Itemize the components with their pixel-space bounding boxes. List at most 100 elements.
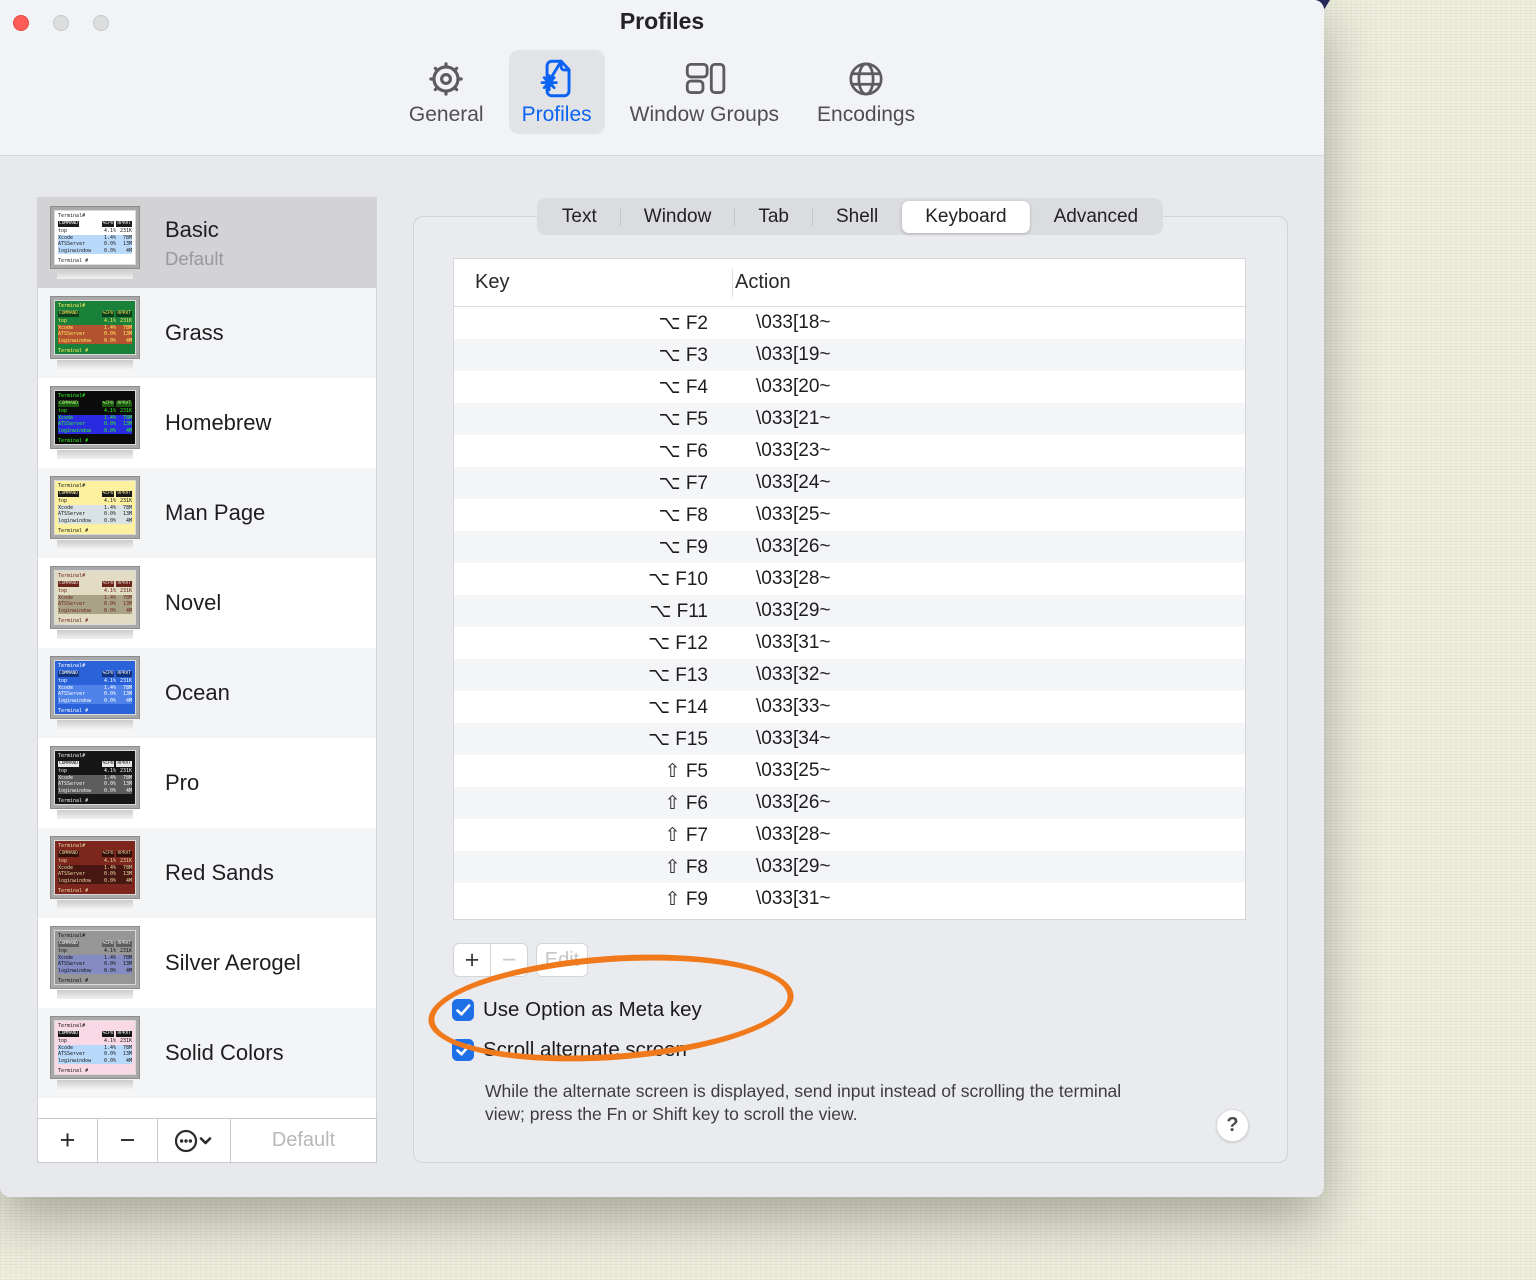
tab-window[interactable]: Window [621, 201, 735, 233]
action-cell: \033[34~ [756, 728, 831, 749]
thumb-cell: 4M [125, 1057, 132, 1064]
thumb-cell: 4M [125, 697, 132, 704]
table-row[interactable]: ⌥ F7 \033[24~ [454, 467, 1245, 499]
thumbnail-reflection [57, 720, 133, 729]
profile-thumbnail: Terminal# COMMAND %CPU RPRVT top 4.1% 231K Xcod… [51, 927, 151, 999]
table-row[interactable]: ⇧ F9 \033[31~ [454, 883, 1245, 915]
table-row[interactable]: ⌥ F4 \033[20~ [454, 371, 1245, 403]
table-row[interactable]: ⇧ F6 \033[26~ [454, 787, 1245, 819]
add-profile-button[interactable]: + [38, 1119, 98, 1162]
profile-list-item[interactable]: Terminal# COMMAND %CPU RPRVT top 4.1% 231K Xcod… [38, 1008, 376, 1098]
profile-list-item[interactable]: Terminal# COMMAND %CPU RPRVT top 4.1% 231K Xcod… [38, 378, 376, 468]
thumb-title-line: Terminal# [58, 663, 86, 669]
profile-list-item[interactable]: Terminal# COMMAND %CPU RPRVT top 4.1% 231K Xcod… [38, 738, 376, 828]
minus-icon: − [119, 1125, 136, 1155]
profile-list-item[interactable]: Terminal# COMMAND %CPU RPRVT top 4.1% 231K Xcod… [38, 918, 376, 1008]
table-row[interactable]: ⌥ F14 \033[33~ [454, 691, 1245, 723]
profile-list-item[interactable]: Terminal# COMMAND %CPU RPRVT top 4.1% 231K Xcod… [38, 198, 376, 288]
table-row[interactable]: ⇧ F8 \033[29~ [454, 851, 1245, 883]
key-cell: ⌥ F6 [658, 440, 708, 462]
thumb-cell: loginwindow [58, 427, 92, 434]
use-option-as-meta-key-checkbox[interactable] [452, 999, 474, 1021]
thumb-cell: loginwindow [58, 787, 92, 794]
key-cell: ⌥ F7 [658, 472, 708, 494]
tab-keyboard[interactable]: Keyboard [902, 200, 1030, 233]
edit-key-button[interactable]: Edit [536, 943, 588, 977]
column-header-action: Action [735, 271, 791, 293]
thumb-header-chips: COMMAND %CPU RPRVT [58, 581, 132, 587]
thumb-cell: 0.0% [103, 517, 116, 524]
table-row[interactable]: ⌥ F6 \033[23~ [454, 435, 1245, 467]
table-row[interactable]: ⌥ F11 \033[29~ [454, 595, 1245, 627]
set-default-button[interactable]: Default [231, 1119, 376, 1162]
profile-name: Homebrew [165, 410, 272, 435]
thumbnail-reflection [57, 810, 133, 819]
profile-list-item[interactable]: Terminal# COMMAND %CPU RPRVT top 4.1% 231K Xcod… [38, 288, 376, 378]
thumb-cell: loginwindow [58, 337, 92, 344]
thumb-prompt-line: Terminal # [58, 438, 89, 444]
table-row[interactable]: ⌥ F3 \033[19~ [454, 339, 1245, 371]
thumb-chip: %CPU [101, 941, 115, 947]
toolbar-item-profiles[interactable]: Profiles [508, 50, 605, 134]
profile-subtitle: Default [165, 247, 224, 269]
table-row[interactable]: ⌥ F5 \033[21~ [454, 403, 1245, 435]
action-cell: \033[32~ [756, 664, 831, 685]
profile-text: Solid Colors [165, 1040, 284, 1066]
profile-name: Basic [165, 216, 219, 242]
profile-list-item[interactable]: Terminal# COMMAND %CPU RPRVT top 4.1% 231K Xcod… [38, 558, 376, 648]
tab-tab[interactable]: Tab [735, 201, 812, 233]
thumb-cell: 0.0% [103, 337, 116, 344]
thumb-cell: 4M [125, 967, 132, 974]
help-button[interactable]: ? [1216, 1109, 1249, 1142]
thumb-prompt-line: Terminal # [58, 978, 89, 984]
scroll-alternate-screen-checkbox[interactable] [452, 1039, 474, 1061]
thumbnail-reflection [57, 1080, 133, 1089]
toolbar-item-encodings[interactable]: Encodings [804, 50, 928, 134]
thumb-process-row: loginwindow 0.0% 4M [58, 517, 132, 524]
toolbar-item-general[interactable]: General [396, 50, 497, 134]
profile-list-item[interactable]: Terminal# COMMAND %CPU RPRVT top 4.1% 231K Xcod… [38, 468, 376, 558]
thumb-chip: COMMAND [58, 941, 79, 947]
thumb-chip: RPRVT [116, 221, 132, 227]
thumb-title-line: Terminal# [58, 483, 86, 489]
table-row[interactable]: ⌥ F15 \033[34~ [454, 723, 1245, 755]
thumb-chip: RPRVT [116, 491, 132, 497]
thumb-header-chips: COMMAND %CPU RPRVT [58, 491, 132, 497]
table-row[interactable]: ⌥ F13 \033[32~ [454, 659, 1245, 691]
tab-shell[interactable]: Shell [813, 201, 901, 233]
thumb-cell: 4M [125, 607, 132, 614]
thumb-title-line: Terminal# [58, 933, 86, 939]
thumb-cell: 0.0% [103, 787, 116, 794]
profile-thumbnail: Terminal# COMMAND %CPU RPRVT top 4.1% 231K Xcod… [51, 297, 151, 369]
thumb-title-line: Terminal# [58, 753, 86, 759]
profile-list-item[interactable]: Terminal# COMMAND %CPU RPRVT top 4.1% 231K Xcod… [38, 828, 376, 918]
thumb-chip: %CPU [101, 491, 115, 497]
table-row[interactable]: ⌥ F9 \033[26~ [454, 531, 1245, 563]
table-row[interactable]: ⇧ F5 \033[25~ [454, 755, 1245, 787]
profile-actions-menu-button[interactable] [158, 1119, 231, 1162]
thumb-header-chips: COMMAND %CPU RPRVT [58, 671, 132, 677]
remove-key-button[interactable]: − [490, 943, 528, 977]
toolbar-item-window-groups[interactable]: Window Groups [617, 50, 792, 134]
table-row[interactable]: ⇧ F7 \033[28~ [454, 819, 1245, 851]
thumb-prompt-line: Terminal # [58, 708, 89, 714]
table-row[interactable]: ⌥ F10 \033[28~ [454, 563, 1245, 595]
toolbar: General Profiles Window Groups Encodings [0, 50, 1324, 134]
key-cell: ⇧ F6 [664, 792, 708, 814]
profile-list-item[interactable]: Terminal# COMMAND %CPU RPRVT top 4.1% 231K Xcod… [38, 648, 376, 738]
tab-advanced[interactable]: Advanced [1031, 201, 1162, 233]
key-cell: ⌥ F2 [658, 312, 708, 334]
mini-terminal-preview: Terminal# COMMAND %CPU RPRVT top 4.1% 231K Xcod… [51, 747, 139, 808]
remove-profile-button[interactable]: − [98, 1119, 158, 1162]
thumb-header-chips: COMMAND %CPU RPRVT [58, 941, 132, 947]
table-row[interactable]: ⌥ F8 \033[25~ [454, 499, 1245, 531]
table-row[interactable]: ⌥ F2 \033[18~ [454, 307, 1245, 339]
tab-text[interactable]: Text [539, 201, 620, 233]
profile-text: Red Sands [165, 860, 274, 886]
thumb-chip: RPRVT [116, 311, 132, 317]
table-row[interactable]: ⌥ F12 \033[31~ [454, 627, 1245, 659]
thumb-process-row: loginwindow 0.0% 4M [58, 607, 132, 614]
add-key-button[interactable]: + [453, 943, 491, 977]
key-cell: ⌥ F9 [658, 536, 708, 558]
thumb-header-chips: COMMAND %CPU RPRVT [58, 851, 132, 857]
